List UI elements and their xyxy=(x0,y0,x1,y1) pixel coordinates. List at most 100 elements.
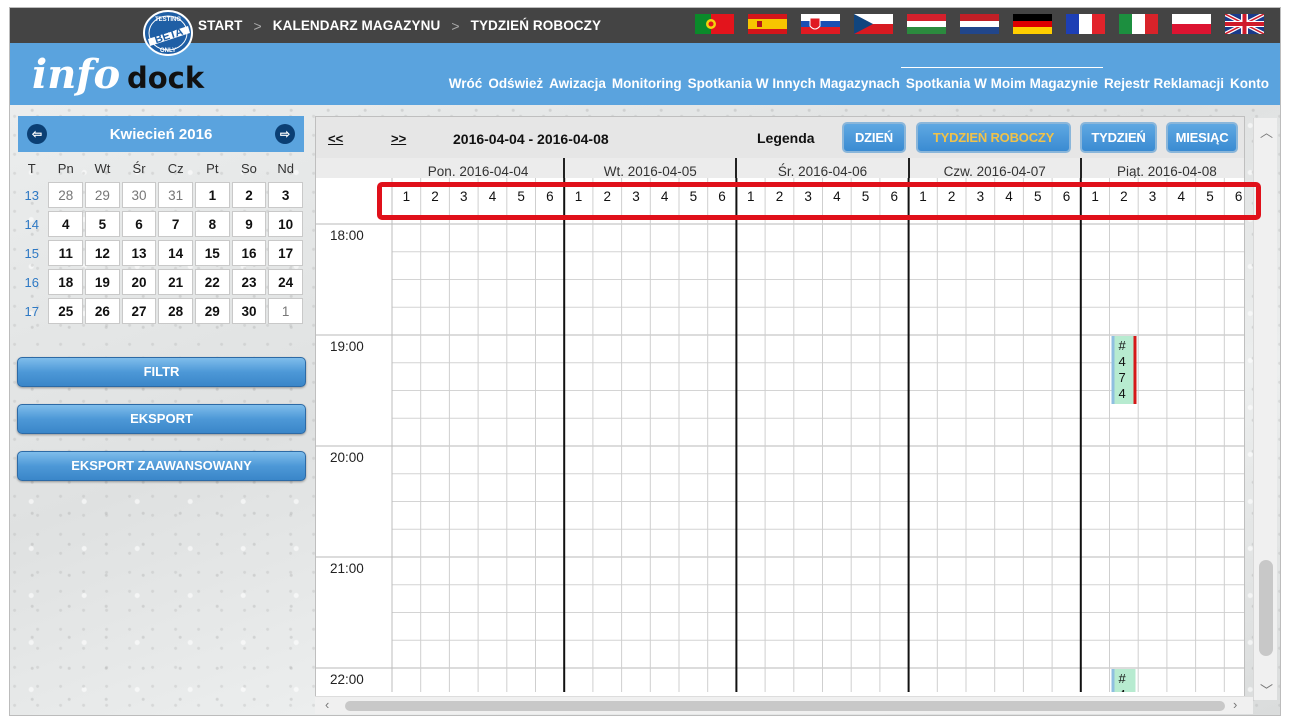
week-number[interactable]: 17 xyxy=(17,298,46,324)
mini-calendar-day[interactable]: 4 xyxy=(48,211,84,237)
week-number[interactable]: 16 xyxy=(17,269,46,295)
vertical-scrollbar[interactable]: ︿ ﹀ xyxy=(1253,118,1277,700)
mini-calendar-day[interactable]: 22 xyxy=(195,269,230,295)
month-view-button[interactable]: MIESIĄC xyxy=(1166,122,1238,153)
mini-calendar-day[interactable]: 20 xyxy=(121,269,157,295)
french-flag[interactable] xyxy=(1066,14,1105,34)
nav-item-spotkania-w-moim-magazynie[interactable]: Spotkania W Moim Magazynie xyxy=(900,67,1103,91)
mini-calendar-day[interactable]: 12 xyxy=(85,240,120,266)
event-status-bar xyxy=(1133,336,1137,404)
mini-calendar-day[interactable]: 19 xyxy=(85,269,120,295)
event-left-bar xyxy=(1111,669,1115,692)
mini-calendar-day[interactable]: 5 xyxy=(85,211,120,237)
german-flag[interactable] xyxy=(1013,14,1052,34)
prev-month-icon[interactable]: ⇦ xyxy=(27,124,47,144)
next-week-link[interactable]: >> xyxy=(391,131,406,146)
day-header[interactable]: Pon. 2016-04-04 xyxy=(392,164,564,178)
portuguese-flag[interactable] xyxy=(695,14,734,34)
mini-calendar-day[interactable]: 10 xyxy=(268,211,303,237)
slot-number: 4 xyxy=(1005,189,1013,204)
advanced-export-button[interactable]: EKSPORT ZAAWANSOWANY xyxy=(17,451,306,481)
horizontal-scroll-thumb[interactable] xyxy=(345,701,1225,711)
czech-flag[interactable] xyxy=(854,14,893,34)
mini-calendar-day[interactable]: 18 xyxy=(48,269,84,295)
day-header[interactable]: Śr. 2016-04-06 xyxy=(736,164,908,178)
week-number[interactable]: 13 xyxy=(17,182,46,208)
prev-week-link[interactable]: << xyxy=(328,131,343,146)
week-number[interactable]: 15 xyxy=(17,240,46,266)
horizontal-scrollbar[interactable]: ‹ › xyxy=(315,696,1253,714)
weekday-header: Śr xyxy=(132,161,146,176)
nav-item-awizacja[interactable]: Awizacja xyxy=(549,76,606,91)
hour-label: 21:00 xyxy=(330,561,364,576)
nav-item-spotkania-w-innych-magazynach[interactable]: Spotkania W Innych Magazynach xyxy=(688,76,900,91)
day-header[interactable]: Piąt. 2016-04-08 xyxy=(1081,164,1244,178)
mini-calendar-day[interactable]: 17 xyxy=(268,240,303,266)
mini-calendar-day[interactable]: 25 xyxy=(48,298,84,324)
italian-flag[interactable] xyxy=(1119,14,1158,34)
mini-calendar-day[interactable]: 1 xyxy=(268,298,303,324)
week-number[interactable]: 14 xyxy=(17,211,46,237)
nav-item-monitoring[interactable]: Monitoring xyxy=(612,76,682,91)
mini-calendar-day[interactable]: 26 xyxy=(85,298,120,324)
nav-item-rejestr-reklamacji[interactable]: Rejestr Reklamacji xyxy=(1104,76,1224,91)
mini-calendar-day[interactable]: 29 xyxy=(85,182,120,208)
vertical-scroll-thumb[interactable] xyxy=(1259,560,1273,656)
mini-calendar-day[interactable]: 29 xyxy=(195,298,230,324)
filter-button[interactable]: FILTR xyxy=(17,357,306,387)
day-view-button[interactable]: DZIEŃ xyxy=(842,122,906,153)
work-week-view-button[interactable]: TYDZIEŃ ROBOCZY xyxy=(916,122,1071,153)
mini-calendar-day[interactable]: 21 xyxy=(158,269,193,295)
mini-calendar-header: ⇦ Kwiecień 2016 ⇨ xyxy=(18,116,304,152)
mini-calendar-day[interactable]: 23 xyxy=(231,269,267,295)
nav-item-odśwież[interactable]: Odśwież xyxy=(488,76,543,91)
mini-calendar-day[interactable]: 24 xyxy=(268,269,303,295)
mini-calendar-day[interactable]: 11 xyxy=(48,240,84,266)
mini-calendar-day[interactable]: 3 xyxy=(268,182,303,208)
week-view-button[interactable]: TYDZIEŃ xyxy=(1080,122,1157,153)
nav-item-wróć[interactable]: Wróć xyxy=(449,76,483,91)
mini-calendar-day[interactable]: 8 xyxy=(195,211,230,237)
mini-calendar-day[interactable]: 14 xyxy=(158,240,193,266)
mini-calendar-day[interactable]: 28 xyxy=(48,182,84,208)
mini-calendar-day[interactable]: 2 xyxy=(231,182,267,208)
mini-calendar-day[interactable]: 27 xyxy=(121,298,157,324)
polish-flag[interactable] xyxy=(1172,14,1211,34)
main-nav: Wróć Odśwież Awizacja Monitoring Spotkania W… xyxy=(449,67,1269,91)
dutch-flag[interactable] xyxy=(960,14,999,34)
mini-calendar-day[interactable]: 9 xyxy=(231,211,267,237)
mini-calendar-day[interactable]: 13 xyxy=(121,240,157,266)
spanish-flag[interactable] xyxy=(748,14,787,34)
hungarian-flag[interactable] xyxy=(907,14,946,34)
breadcrumb: START > KALENDARZ MAGAZYNU > TYDZIEŃ ROB… xyxy=(198,8,601,43)
day-header[interactable]: Czw. 2016-04-07 xyxy=(909,164,1081,178)
mini-calendar-day[interactable]: 15 xyxy=(195,240,230,266)
breadcrumb-start[interactable]: START xyxy=(198,18,243,33)
scroll-right-icon[interactable]: › xyxy=(1233,697,1237,712)
mini-calendar-day[interactable]: 30 xyxy=(121,182,157,208)
slot-number: 1 xyxy=(403,189,411,204)
mini-calendar-day[interactable]: 1 xyxy=(195,182,230,208)
slovak-flag[interactable] xyxy=(801,14,840,34)
day-header[interactable]: Wt. 2016-04-05 xyxy=(564,164,736,178)
mini-calendar-day[interactable]: 28 xyxy=(158,298,193,324)
scroll-down-icon[interactable]: ﹀ xyxy=(1260,680,1273,699)
slot-number: 4 xyxy=(833,189,841,204)
mini-calendar-day[interactable]: 30 xyxy=(231,298,267,324)
scroll-up-icon[interactable]: ︿ xyxy=(1260,122,1273,141)
legend-link[interactable]: Legenda xyxy=(757,130,815,146)
mini-calendar-day[interactable]: 31 xyxy=(158,182,193,208)
mini-calendar-week: 15 11 12 13 14 15 16 17 xyxy=(17,240,303,266)
mini-calendar-day[interactable]: 7 xyxy=(158,211,193,237)
breadcrumb-calendar[interactable]: KALENDARZ MAGAZYNU xyxy=(273,18,441,33)
mini-calendar-day[interactable]: 6 xyxy=(121,211,157,237)
british-flag[interactable] xyxy=(1225,14,1264,34)
infodock-logo[interactable]: info dock xyxy=(32,51,222,98)
next-month-icon[interactable]: ⇨ xyxy=(275,124,295,144)
nav-item-konto[interactable]: Konto xyxy=(1230,76,1269,91)
mini-calendar-day[interactable]: 16 xyxy=(231,240,267,266)
week-calendar: << >> 2016-04-04 - 2016-04-08 Legenda DZ… xyxy=(315,116,1245,699)
scroll-left-icon[interactable]: ‹ xyxy=(325,697,329,712)
breadcrumb-separator: > xyxy=(451,17,460,34)
export-button[interactable]: EKSPORT xyxy=(17,404,306,434)
